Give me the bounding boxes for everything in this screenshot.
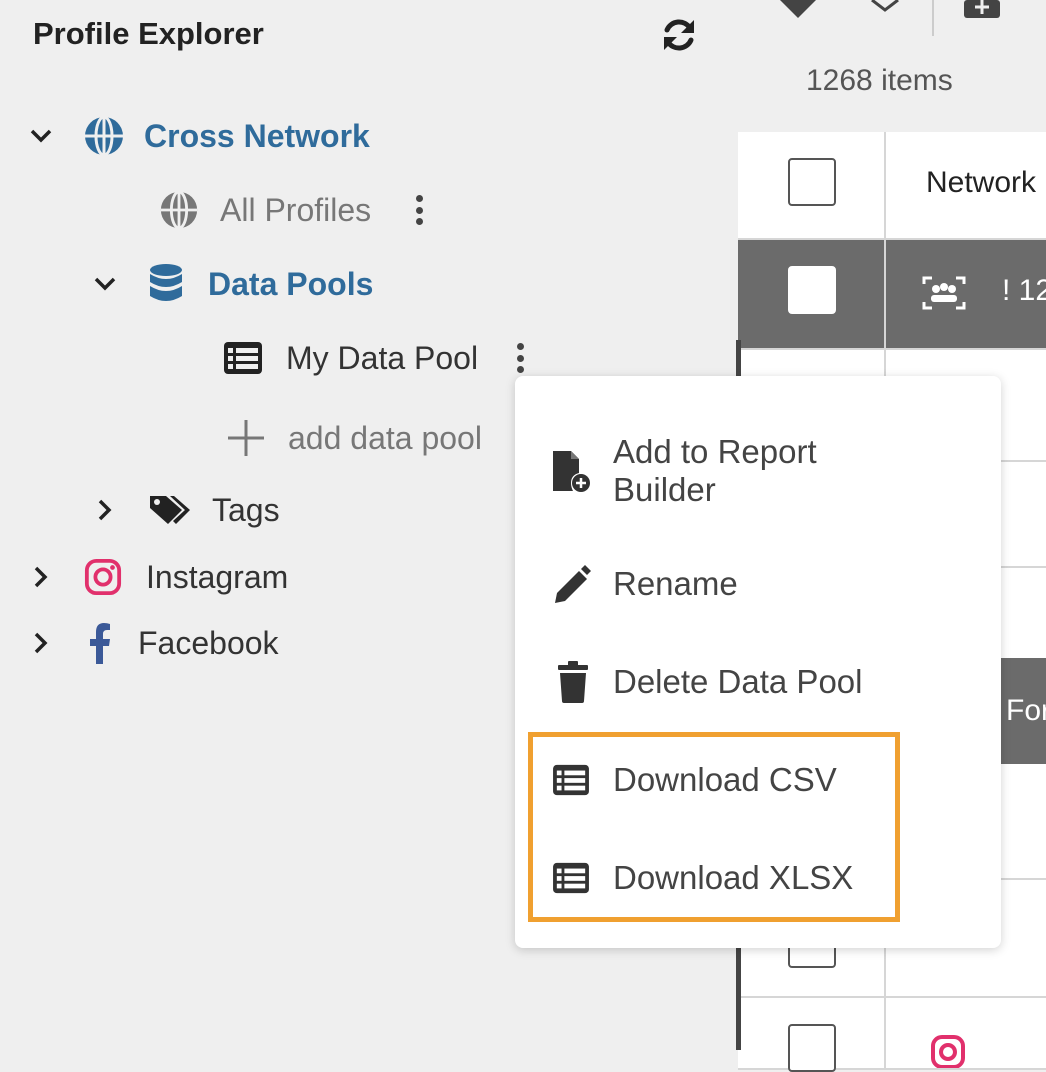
add-box-icon[interactable] (964, 0, 1000, 18)
menu-item-label: Download CSV (613, 761, 837, 798)
group-icon (922, 276, 966, 310)
tree-item-cross-network[interactable]: Cross Network (28, 112, 370, 160)
chevron-right-icon[interactable] (92, 497, 118, 523)
context-menu: Add to Report Builder Rename Delete Data… (515, 376, 1001, 948)
tree-item-label: Instagram (146, 558, 289, 595)
tree-item-label: Cross Network (144, 117, 370, 154)
tree-item-my-data-pool[interactable]: My Data Pool (222, 334, 524, 382)
column-header-network[interactable]: Network (926, 166, 1036, 200)
add-data-pool-button[interactable]: add data pool (226, 414, 482, 462)
file-plus-icon (553, 451, 590, 492)
menu-item-rename[interactable]: Rename (515, 560, 1001, 608)
checkbox-cell (738, 240, 886, 348)
menu-item-delete-data-pool[interactable]: Delete Data Pool (515, 658, 1001, 706)
table-icon (553, 862, 589, 894)
row-checkbox[interactable] (788, 266, 836, 314)
row-label: ! 12 (1002, 274, 1046, 307)
menu-item-download-csv[interactable]: Download CSV (515, 756, 1001, 804)
checkbox-cell (738, 132, 886, 238)
select-all-checkbox[interactable] (788, 158, 836, 206)
tree-item-data-pools[interactable]: Data Pools (92, 260, 373, 308)
tag-outline-icon[interactable] (870, 0, 900, 12)
tags-icon (150, 496, 190, 524)
items-count: 1268 items (806, 64, 953, 97)
tag-icon[interactable] (778, 0, 818, 18)
menu-item-label: Rename (613, 565, 738, 602)
menu-item-label: Builder (613, 471, 716, 508)
toolbar-divider (932, 0, 934, 36)
table-icon (224, 342, 262, 374)
table-icon (553, 764, 589, 796)
plus-icon (228, 420, 264, 456)
chevron-down-icon[interactable] (92, 271, 118, 297)
globe-icon (160, 190, 198, 230)
tree-item-label: Facebook (138, 624, 279, 661)
add-data-pool-label: add data pool (288, 419, 482, 456)
instagram-icon (931, 1035, 965, 1068)
refresh-icon[interactable] (658, 14, 700, 56)
more-options-icon[interactable] (415, 195, 423, 225)
row-checkbox[interactable] (788, 1024, 836, 1072)
tree-item-label: My Data Pool (286, 339, 479, 376)
table-row[interactable]: ! 12 (738, 240, 1046, 350)
more-options-icon[interactable] (516, 343, 524, 373)
panel-title: Profile Explorer (33, 16, 264, 51)
facebook-icon (90, 623, 110, 664)
tree-item-label: Tags (212, 491, 280, 528)
chevron-down-icon[interactable] (28, 123, 54, 149)
tree-item-instagram[interactable]: Instagram (28, 553, 288, 601)
tree-item-facebook[interactable]: Facebook (28, 619, 279, 667)
tree-item-label: All Profiles (220, 191, 372, 228)
tree-item-label: Data Pools (208, 265, 374, 302)
pencil-icon (555, 565, 591, 603)
menu-item-download-xlsx[interactable]: Download XLSX (515, 854, 1001, 902)
checkbox-cell (738, 998, 886, 1072)
table-row[interactable] (738, 998, 1046, 1072)
tree-item-tags[interactable]: Tags (92, 486, 280, 534)
chevron-right-icon[interactable] (28, 564, 54, 590)
tree-item-all-profiles[interactable]: All Profiles (158, 186, 423, 234)
menu-item-label: Download XLSX (613, 859, 854, 896)
menu-item-label: Delete Data Pool (613, 663, 863, 700)
table-header-row: Network (738, 132, 1046, 240)
database-icon (150, 264, 182, 301)
instagram-icon (84, 558, 122, 596)
menu-item-label: Add to Report (613, 433, 817, 470)
globe-icon (85, 115, 123, 157)
action-button[interactable]: For (1000, 658, 1046, 764)
trash-icon (558, 661, 588, 703)
menu-item-add-to-report-builder[interactable]: Add to Report Builder (515, 426, 1001, 516)
chevron-right-icon[interactable] (28, 630, 54, 656)
